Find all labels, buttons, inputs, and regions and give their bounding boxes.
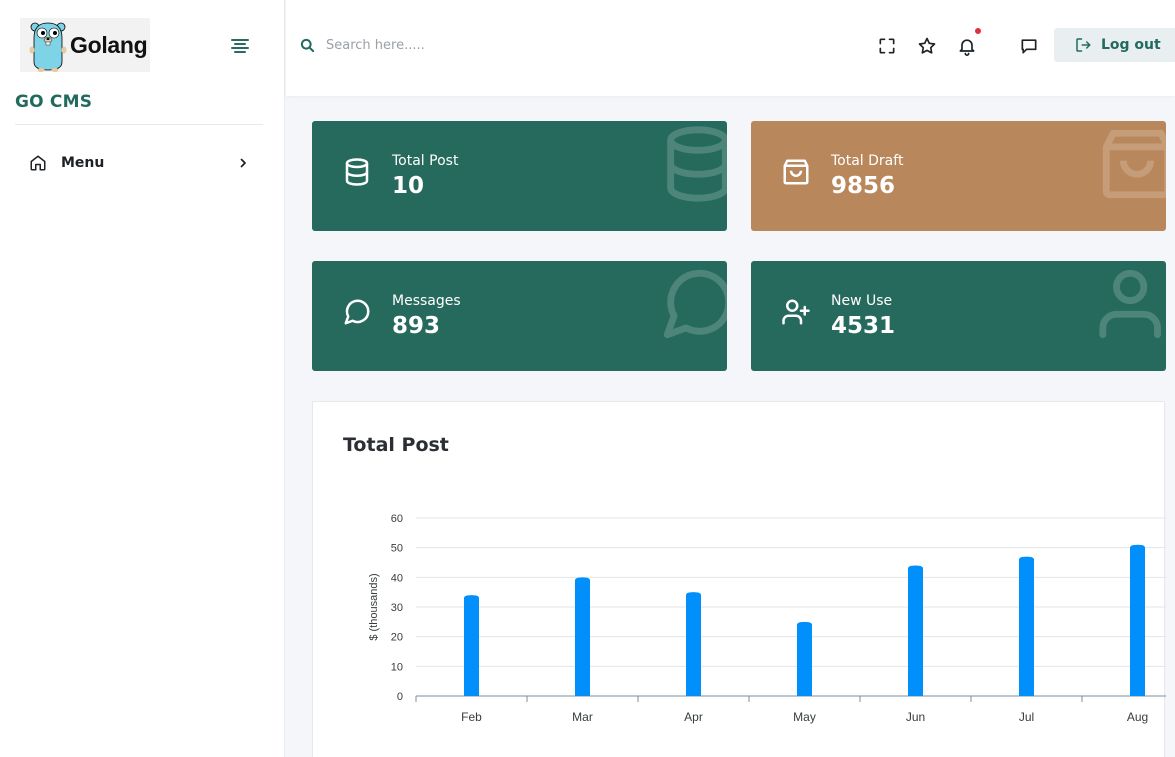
x-tick-label: Jun — [906, 710, 925, 724]
logout-icon — [1076, 38, 1091, 52]
card-label: Total Post — [392, 153, 459, 169]
card-value: 4531 — [831, 313, 896, 339]
message-circle-icon — [663, 269, 727, 339]
message-circle-icon — [344, 299, 370, 325]
y-axis-label: $ (thousands) — [368, 573, 380, 640]
card-value: 893 — [392, 313, 441, 339]
notification-dot — [975, 28, 981, 34]
chart-bar — [1130, 544, 1145, 696]
y-tick-label: 40 — [391, 572, 403, 584]
chevron-right-icon — [240, 158, 246, 168]
stat-card-new-users[interactable]: New Use 4531 — [751, 261, 1166, 371]
chart-bar — [686, 592, 701, 696]
search-icon[interactable] — [300, 38, 315, 53]
logout-label: Log out — [1101, 37, 1161, 53]
y-tick-label: 50 — [391, 543, 403, 555]
chart-bar — [797, 621, 812, 696]
x-tick-label: Mar — [572, 710, 593, 724]
user-plus-icon — [782, 299, 810, 325]
card-label: Messages — [392, 293, 461, 309]
x-tick-label: Apr — [684, 710, 703, 724]
sidebar-item-menu[interactable]: Menu — [15, 146, 263, 180]
chart-bar — [575, 577, 590, 696]
y-tick-label: 20 — [391, 632, 403, 644]
sidebar: Golang GO CMS Menu — [0, 0, 285, 757]
logo-text: Golang — [70, 31, 148, 58]
card-label: Total Draft — [831, 153, 904, 169]
shopping-bag-icon — [1102, 129, 1166, 199]
brand-title: GO CMS — [15, 92, 93, 112]
chart-bar — [1019, 556, 1034, 696]
search-input[interactable] — [326, 31, 626, 59]
top-header: Log out — [286, 0, 1175, 96]
stat-card-total-post[interactable]: Total Post 10 — [312, 121, 727, 231]
card-label: New Use — [831, 293, 893, 309]
x-tick-label: May — [793, 710, 816, 724]
x-tick-label: Jul — [1019, 710, 1034, 724]
y-tick-label: 10 — [391, 661, 403, 673]
y-tick-label: 60 — [391, 513, 403, 525]
home-icon — [30, 155, 46, 171]
message-icon[interactable] — [1019, 36, 1039, 56]
x-tick-label: Feb — [461, 710, 482, 724]
sidebar-toggle-button[interactable] — [231, 39, 249, 53]
bar-chart: 0 10 20 30 40 50 60 Feb Mar Apr May Jun Jul Aug $ (tho… — [368, 513, 1166, 724]
logout-button[interactable]: Log out — [1054, 28, 1175, 62]
chart-panel: Total Post 0 10 20 30 40 50 60 Feb Mar Apr May Jun J… — [312, 401, 1166, 757]
shopping-bag-icon — [783, 159, 809, 185]
fullscreen-icon[interactable] — [877, 36, 897, 56]
y-tick-label: 0 — [397, 691, 403, 703]
user-plus-icon — [1099, 269, 1161, 339]
divider — [15, 124, 263, 125]
x-tick-label: Aug — [1127, 710, 1148, 724]
stat-card-messages[interactable]: Messages 893 — [312, 261, 727, 371]
chart-bar — [464, 595, 479, 696]
card-value: 10 — [392, 173, 425, 199]
bell-icon[interactable] — [957, 36, 977, 56]
database-icon — [667, 126, 727, 202]
gopher-logo-icon — [26, 18, 70, 72]
y-tick-label: 30 — [391, 602, 403, 614]
logo[interactable]: Golang — [20, 18, 150, 72]
star-icon[interactable] — [917, 36, 937, 56]
chart-bar — [908, 565, 923, 696]
database-icon — [345, 158, 369, 186]
stat-card-total-draft[interactable]: Total Draft 9856 — [751, 121, 1166, 231]
sidebar-item-label: Menu — [61, 155, 105, 171]
card-value: 9856 — [831, 173, 896, 199]
